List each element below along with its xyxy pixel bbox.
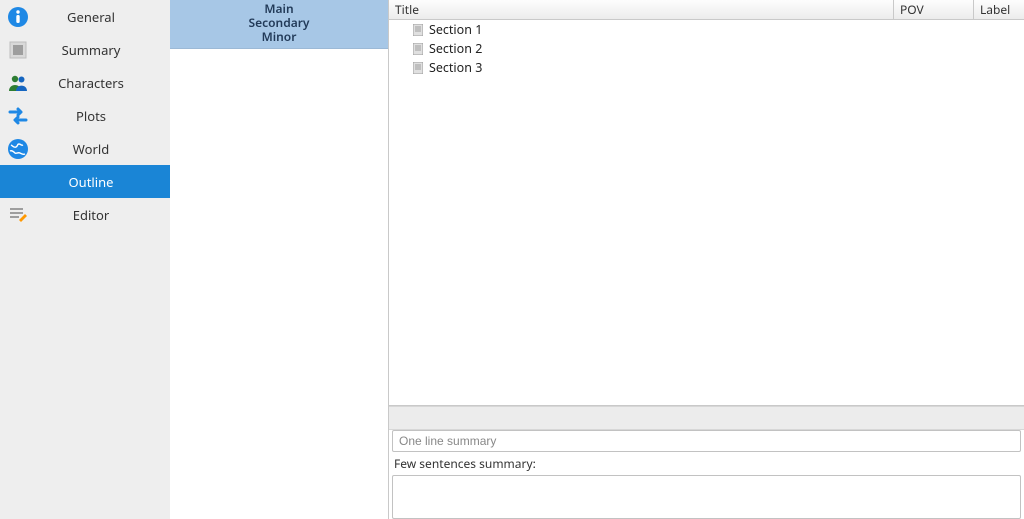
text-item-icon — [411, 24, 425, 36]
nav-label: Editor — [36, 206, 170, 224]
few-sentences-label: Few sentences summary: — [392, 452, 1021, 475]
levels-body — [170, 49, 388, 519]
level-minor: Minor — [170, 30, 388, 44]
plots-icon — [0, 105, 36, 127]
col-pov[interactable]: POV — [894, 0, 974, 19]
splitter[interactable] — [389, 406, 1024, 430]
col-label[interactable]: Label — [974, 0, 1024, 19]
nav-label: Outline — [36, 173, 170, 191]
world-icon — [0, 138, 36, 160]
nav-item-world[interactable]: World — [0, 132, 170, 165]
characters-icon — [0, 72, 36, 94]
table-row[interactable]: Section 1 — [389, 20, 1024, 39]
levels-panel: Main Secondary Minor — [170, 0, 389, 519]
outline-table-body[interactable]: Section 1 Section 2 Section 3 — [389, 20, 1024, 405]
text-item-icon — [411, 62, 425, 74]
one-line-summary-input[interactable] — [392, 430, 1021, 452]
nav-item-general[interactable]: General — [0, 0, 170, 33]
summary-area: Few sentences summary: — [389, 430, 1024, 519]
nav-item-summary[interactable]: Summary — [0, 33, 170, 66]
outline-main: Title POV Label Section 1 Secti — [389, 0, 1024, 519]
summary-icon — [0, 39, 36, 61]
row-title: Section 2 — [425, 40, 482, 57]
nav-label: Characters — [36, 74, 170, 92]
nav-label: General — [36, 8, 170, 26]
levels-header[interactable]: Main Secondary Minor — [170, 0, 388, 49]
outline-table: Title POV Label Section 1 Secti — [389, 0, 1024, 406]
text-item-icon — [411, 43, 425, 55]
nav-item-characters[interactable]: Characters — [0, 66, 170, 99]
nav-item-plots[interactable]: Plots — [0, 99, 170, 132]
nav-label: World — [36, 140, 170, 158]
table-row[interactable]: Section 3 — [389, 58, 1024, 77]
few-sentences-summary-input[interactable] — [392, 475, 1021, 519]
editor-icon — [0, 204, 36, 226]
nav-label: Plots — [36, 107, 170, 125]
row-title: Section 3 — [425, 59, 482, 76]
nav-item-outline[interactable]: Outline — [0, 165, 170, 198]
info-icon — [0, 6, 36, 28]
nav-item-editor[interactable]: Editor — [0, 198, 170, 231]
nav-sidebar: General Summary Characters Plots World — [0, 0, 170, 519]
outline-table-header: Title POV Label — [389, 0, 1024, 20]
col-title[interactable]: Title — [389, 0, 894, 19]
nav-label: Summary — [36, 41, 170, 59]
row-title: Section 1 — [425, 21, 482, 38]
table-row[interactable]: Section 2 — [389, 39, 1024, 58]
